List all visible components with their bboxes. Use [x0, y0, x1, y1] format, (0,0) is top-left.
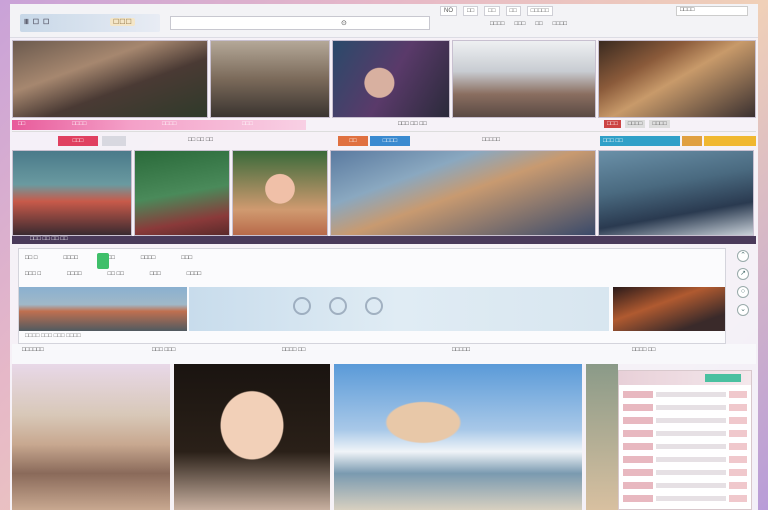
list-item[interactable]	[623, 467, 747, 477]
panel-item[interactable]: □□□□	[64, 255, 79, 261]
panel-row: □□□ □ □□□□ □□ □□ □□□ □□□□	[25, 271, 201, 277]
photo-thumb[interactable]	[12, 40, 208, 118]
caption-bar: □□□ □□ □□ □□	[12, 236, 756, 244]
photo-thumb[interactable]	[232, 150, 328, 236]
strip-label[interactable]: □□□□	[162, 121, 177, 127]
list-item[interactable]	[623, 402, 747, 412]
list-item[interactable]	[623, 454, 747, 464]
list-item[interactable]	[623, 441, 747, 451]
down-icon[interactable]: ⌄	[737, 304, 749, 316]
teal-button[interactable]: □□□ □□	[600, 136, 680, 146]
photo-thumb[interactable]	[598, 40, 756, 118]
strip-label[interactable]: □□□□	[72, 121, 87, 127]
tab-3[interactable]: □□	[484, 6, 500, 16]
grey-button[interactable]	[102, 136, 126, 146]
info-col: □□□ □□□	[152, 347, 176, 353]
tab-1[interactable]: NO	[440, 6, 457, 16]
panel-image[interactable]	[19, 287, 187, 331]
list-card-tab[interactable]	[705, 374, 741, 382]
panel-footer: □□□□ □□□ □□□ □□□□	[25, 333, 81, 339]
hero-banner[interactable]	[189, 287, 609, 331]
strip-tab[interactable]: □□□□	[649, 120, 670, 128]
red-button[interactable]: □□□	[58, 136, 98, 146]
panel-image[interactable]	[613, 287, 725, 331]
photo-thumb[interactable]	[330, 150, 596, 236]
strip-mid-text: □□□ □□ □□	[398, 121, 427, 127]
nav-link-2[interactable]: □□□	[515, 21, 526, 27]
swirl-icon	[293, 297, 311, 315]
circle-icon[interactable]: ○	[737, 286, 749, 298]
side-toolbar: ⌃ ↗ ○ ⌄	[734, 250, 752, 316]
app-window: Ⅲ ☐ ☐ ☐☐☐ ⊙ NO □□ □□ □□ □□□□□ □□□□ □□□ □…	[10, 4, 758, 510]
list-card	[618, 370, 752, 510]
list-item[interactable]	[623, 389, 747, 399]
photo-thumb[interactable]	[332, 40, 450, 118]
info-col: □□□□□	[452, 347, 471, 353]
photo-thumb[interactable]	[210, 40, 330, 118]
logo-text: Ⅲ ☐ ☐	[24, 19, 51, 26]
subnav-text: □□ □□ □□	[188, 137, 214, 143]
orange-button[interactable]: □□	[338, 136, 368, 146]
panel-item[interactable]: □□□□	[67, 271, 82, 277]
photo-thumb[interactable]	[586, 364, 618, 510]
tab-5[interactable]: □□□□□	[526, 6, 553, 16]
share-icon[interactable]: ↗	[737, 268, 749, 280]
panel-item[interactable]: □□□□	[141, 255, 156, 261]
panel-item[interactable]: □□ □□	[108, 271, 124, 277]
logo[interactable]: Ⅲ ☐ ☐ ☐☐☐	[20, 14, 160, 32]
tab-4[interactable]: □□	[505, 6, 521, 16]
nav-right-links: □□□□ □□□ □□ □□□□	[490, 18, 754, 30]
photo-thumb[interactable]	[452, 40, 596, 118]
list-item[interactable]	[623, 428, 747, 438]
search-input[interactable]: ⊙	[170, 16, 430, 30]
info-col: □□□□ □□	[632, 347, 656, 353]
photo-thumb[interactable]	[134, 150, 230, 236]
photo-thumb[interactable]	[12, 364, 170, 510]
list-card-header	[619, 371, 751, 385]
list-item[interactable]	[623, 480, 747, 490]
tab-2[interactable]: □□	[463, 6, 479, 16]
user-menu[interactable]: □□□□	[676, 6, 748, 16]
yellow-button[interactable]	[704, 136, 756, 146]
info-col: □□□□□□	[22, 347, 44, 353]
photo-thumb[interactable]	[598, 150, 754, 236]
amber-button[interactable]	[682, 136, 702, 146]
photo-thumb[interactable]	[12, 150, 132, 236]
list-item[interactable]	[623, 415, 747, 425]
strip-tab-active[interactable]: □□□	[604, 120, 621, 128]
strip-tab[interactable]: □□□□	[624, 120, 646, 128]
swirl-icon	[365, 297, 383, 315]
info-bar: □□□□□□ □□□ □□□ □□□□ □□ □□□□□ □□□□ □□	[12, 344, 756, 364]
blue-button[interactable]: □□□□	[370, 136, 410, 146]
photo-thumb[interactable]	[174, 364, 330, 510]
photo-thumb[interactable]	[334, 364, 582, 510]
strip-tabs: □□□ □□□□ □□□□	[604, 120, 670, 128]
top-nav: Ⅲ ☐ ☐ ☐☐☐ ⊙ NO □□ □□ □□ □□□□□ □□□□ □□□ □…	[10, 4, 758, 38]
strip-label[interactable]: □□	[18, 121, 25, 127]
category-strip: □□ □□□□ □□□□ □□□ □□□ □□ □□ □□□ □□□□ □□□□	[12, 118, 756, 132]
list	[619, 385, 751, 510]
info-col: □□□□ □□	[282, 347, 306, 353]
panel-item[interactable]: □□□ □	[25, 271, 41, 277]
panel-item[interactable]: □□□	[150, 271, 161, 277]
nav-tabs: NO □□ □□ □□ □□□□□	[440, 6, 553, 16]
panel-item[interactable]: □□□	[181, 255, 192, 261]
caption-text: □□□ □□ □□ □□	[30, 236, 68, 242]
content-panel: □□ □ □□□□ □□□ □□□□ □□□ □□□ □ □□□□ □□ □□ …	[18, 248, 726, 344]
up-icon[interactable]: ⌃	[737, 250, 749, 262]
nav-link-4[interactable]: □□□□	[553, 21, 568, 27]
sub-nav: □□□ □□ □□ □□ □□ □□□□ □□□□□ □□□ □□	[12, 134, 756, 148]
nav-link-3[interactable]: □□	[535, 21, 542, 27]
strip-label[interactable]: □□□	[242, 121, 253, 127]
subnav-text-right: □□□□□	[482, 137, 501, 143]
pink-banner: □□ □□□□ □□□□ □□□	[12, 120, 306, 130]
green-tag[interactable]	[97, 253, 109, 269]
list-item[interactable]	[623, 493, 747, 503]
nav-link-1[interactable]: □□□□	[490, 21, 505, 27]
panel-item[interactable]: □□□□	[187, 271, 202, 277]
logo-badge: ☐☐☐	[110, 18, 135, 26]
search-icon[interactable]: ⊙	[341, 19, 347, 27]
swirl-icon	[329, 297, 347, 315]
panel-item[interactable]: □□ □	[25, 255, 38, 261]
